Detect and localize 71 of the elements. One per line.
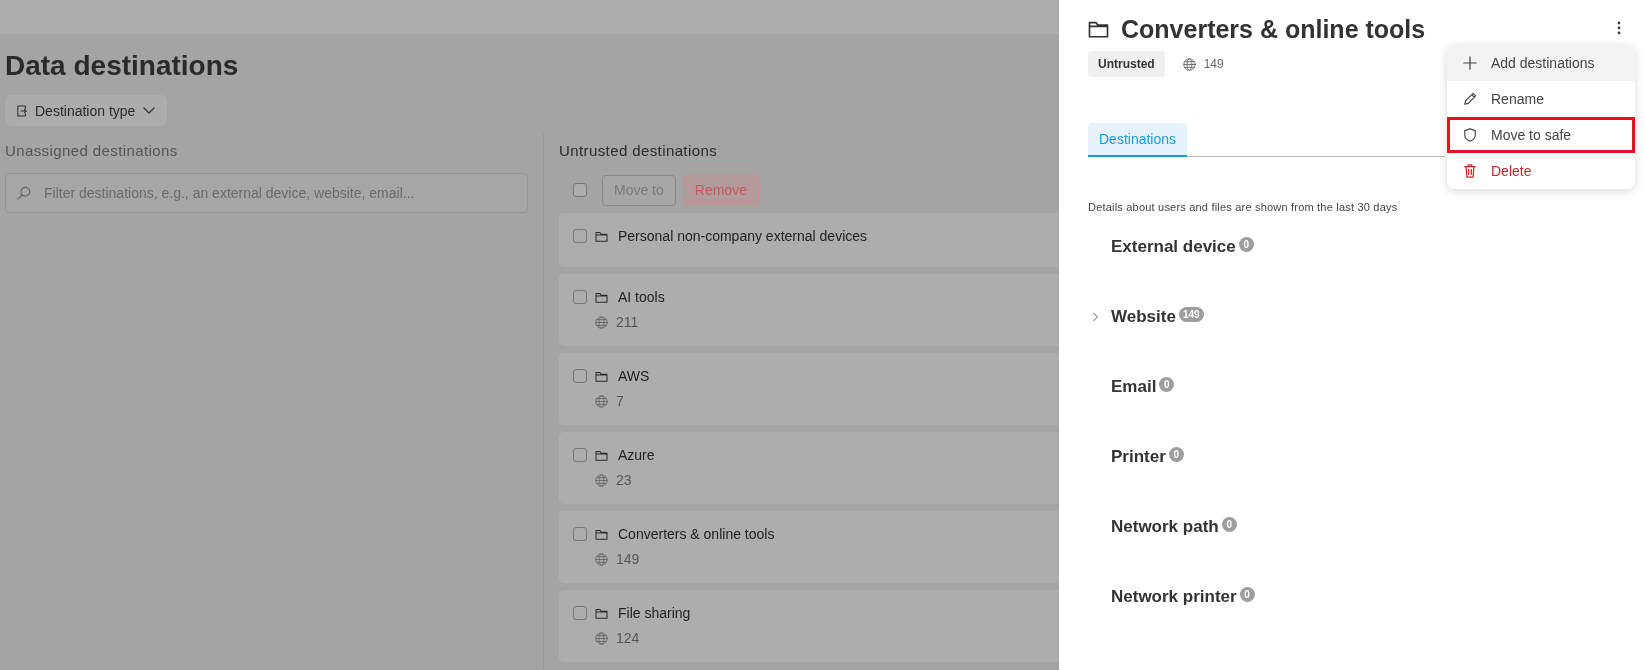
folder-icon xyxy=(595,370,608,382)
globe-icon xyxy=(595,315,608,329)
folder-icon xyxy=(595,230,608,242)
shield-icon xyxy=(1463,128,1477,142)
group-card[interactable]: Azure 23 xyxy=(559,432,1059,504)
count-badge: 0 xyxy=(1159,377,1175,392)
category-name: Website xyxy=(1111,307,1176,327)
trash-icon xyxy=(1463,164,1477,178)
group-card[interactable]: File sharing 124 xyxy=(559,590,1059,662)
group-card[interactable]: Converters & online tools 149 xyxy=(559,511,1059,583)
destination-count: 211 xyxy=(616,314,639,330)
category-name: External device xyxy=(1111,237,1236,257)
menu-item[interactable]: Delete xyxy=(1447,153,1635,189)
destination-count: 7 xyxy=(616,393,624,409)
count-badge: 0 xyxy=(1239,587,1255,602)
group-card[interactable]: Personal non-company external devices xyxy=(559,213,1059,267)
group-name: AWS xyxy=(618,368,650,384)
pencil-icon xyxy=(1463,92,1477,106)
count-badge: 0 xyxy=(1238,237,1254,252)
destination-count: 124 xyxy=(616,630,640,646)
checkbox[interactable] xyxy=(573,290,587,304)
category-name: Email xyxy=(1111,377,1157,397)
section-heading: Untrusted destinations xyxy=(559,141,719,161)
checkbox[interactable] xyxy=(573,606,587,620)
menu-item[interactable]: Add destinations xyxy=(1447,45,1635,81)
checkbox[interactable] xyxy=(573,369,587,383)
checkbox[interactable] xyxy=(573,183,587,197)
destination-count: 149 xyxy=(1203,57,1224,71)
destination-count: 23 xyxy=(616,472,632,488)
count-badge: 0 xyxy=(1221,517,1237,532)
checkbox[interactable] xyxy=(573,229,587,243)
count-badge: 149 xyxy=(1178,307,1204,322)
category-name: Network printer xyxy=(1111,587,1237,607)
page-title: Data destinations xyxy=(5,49,240,83)
globe-icon xyxy=(1182,57,1196,71)
category-name: Network path xyxy=(1111,517,1219,537)
search-field[interactable]: Filter destinations, e.g., an external device, website, email... xyxy=(5,173,528,213)
panel-title: Converters & online tools xyxy=(1121,14,1426,44)
globe-icon xyxy=(595,552,608,566)
status-badge: Untrusted xyxy=(1088,51,1165,77)
folder-icon xyxy=(595,291,608,303)
more-options-icon[interactable] xyxy=(1617,21,1621,35)
document-arrow-icon xyxy=(17,104,27,117)
search-icon xyxy=(17,186,31,200)
folder-icon xyxy=(595,449,608,461)
chevron-down-icon xyxy=(143,106,156,115)
checkbox[interactable] xyxy=(573,448,587,462)
group-name: Converters & online tools xyxy=(618,526,775,542)
plus-icon xyxy=(1463,56,1477,70)
folder-icon xyxy=(595,528,608,540)
globe-icon xyxy=(595,473,608,487)
group-name: File sharing xyxy=(618,605,691,621)
group-card[interactable]: AI tools 211 xyxy=(559,274,1059,346)
menu-item[interactable]: Rename xyxy=(1447,81,1635,117)
category-name: Printer xyxy=(1111,447,1166,467)
group-name: Azure xyxy=(618,447,655,463)
group-name: AI tools xyxy=(618,289,665,305)
group-card[interactable]: AWS 7 xyxy=(559,353,1059,425)
group-name: Personal non-company external devices xyxy=(618,228,868,244)
destination-count: 149 xyxy=(616,551,640,567)
count-badge: 0 xyxy=(1168,447,1184,462)
folder-icon xyxy=(1088,20,1109,38)
folder-icon xyxy=(595,607,608,619)
chevron-right-icon[interactable] xyxy=(1093,312,1099,322)
checkbox[interactable] xyxy=(573,527,587,541)
menu-item[interactable]: Move to safe xyxy=(1447,117,1635,153)
info-text: Details about users and files are shown from the last 30 days xyxy=(1088,201,1399,213)
destination-type-dropdown[interactable]: Destination type xyxy=(5,95,168,126)
globe-icon xyxy=(595,631,608,645)
globe-icon xyxy=(595,394,608,408)
section-heading: Unassigned destinations xyxy=(5,141,179,161)
